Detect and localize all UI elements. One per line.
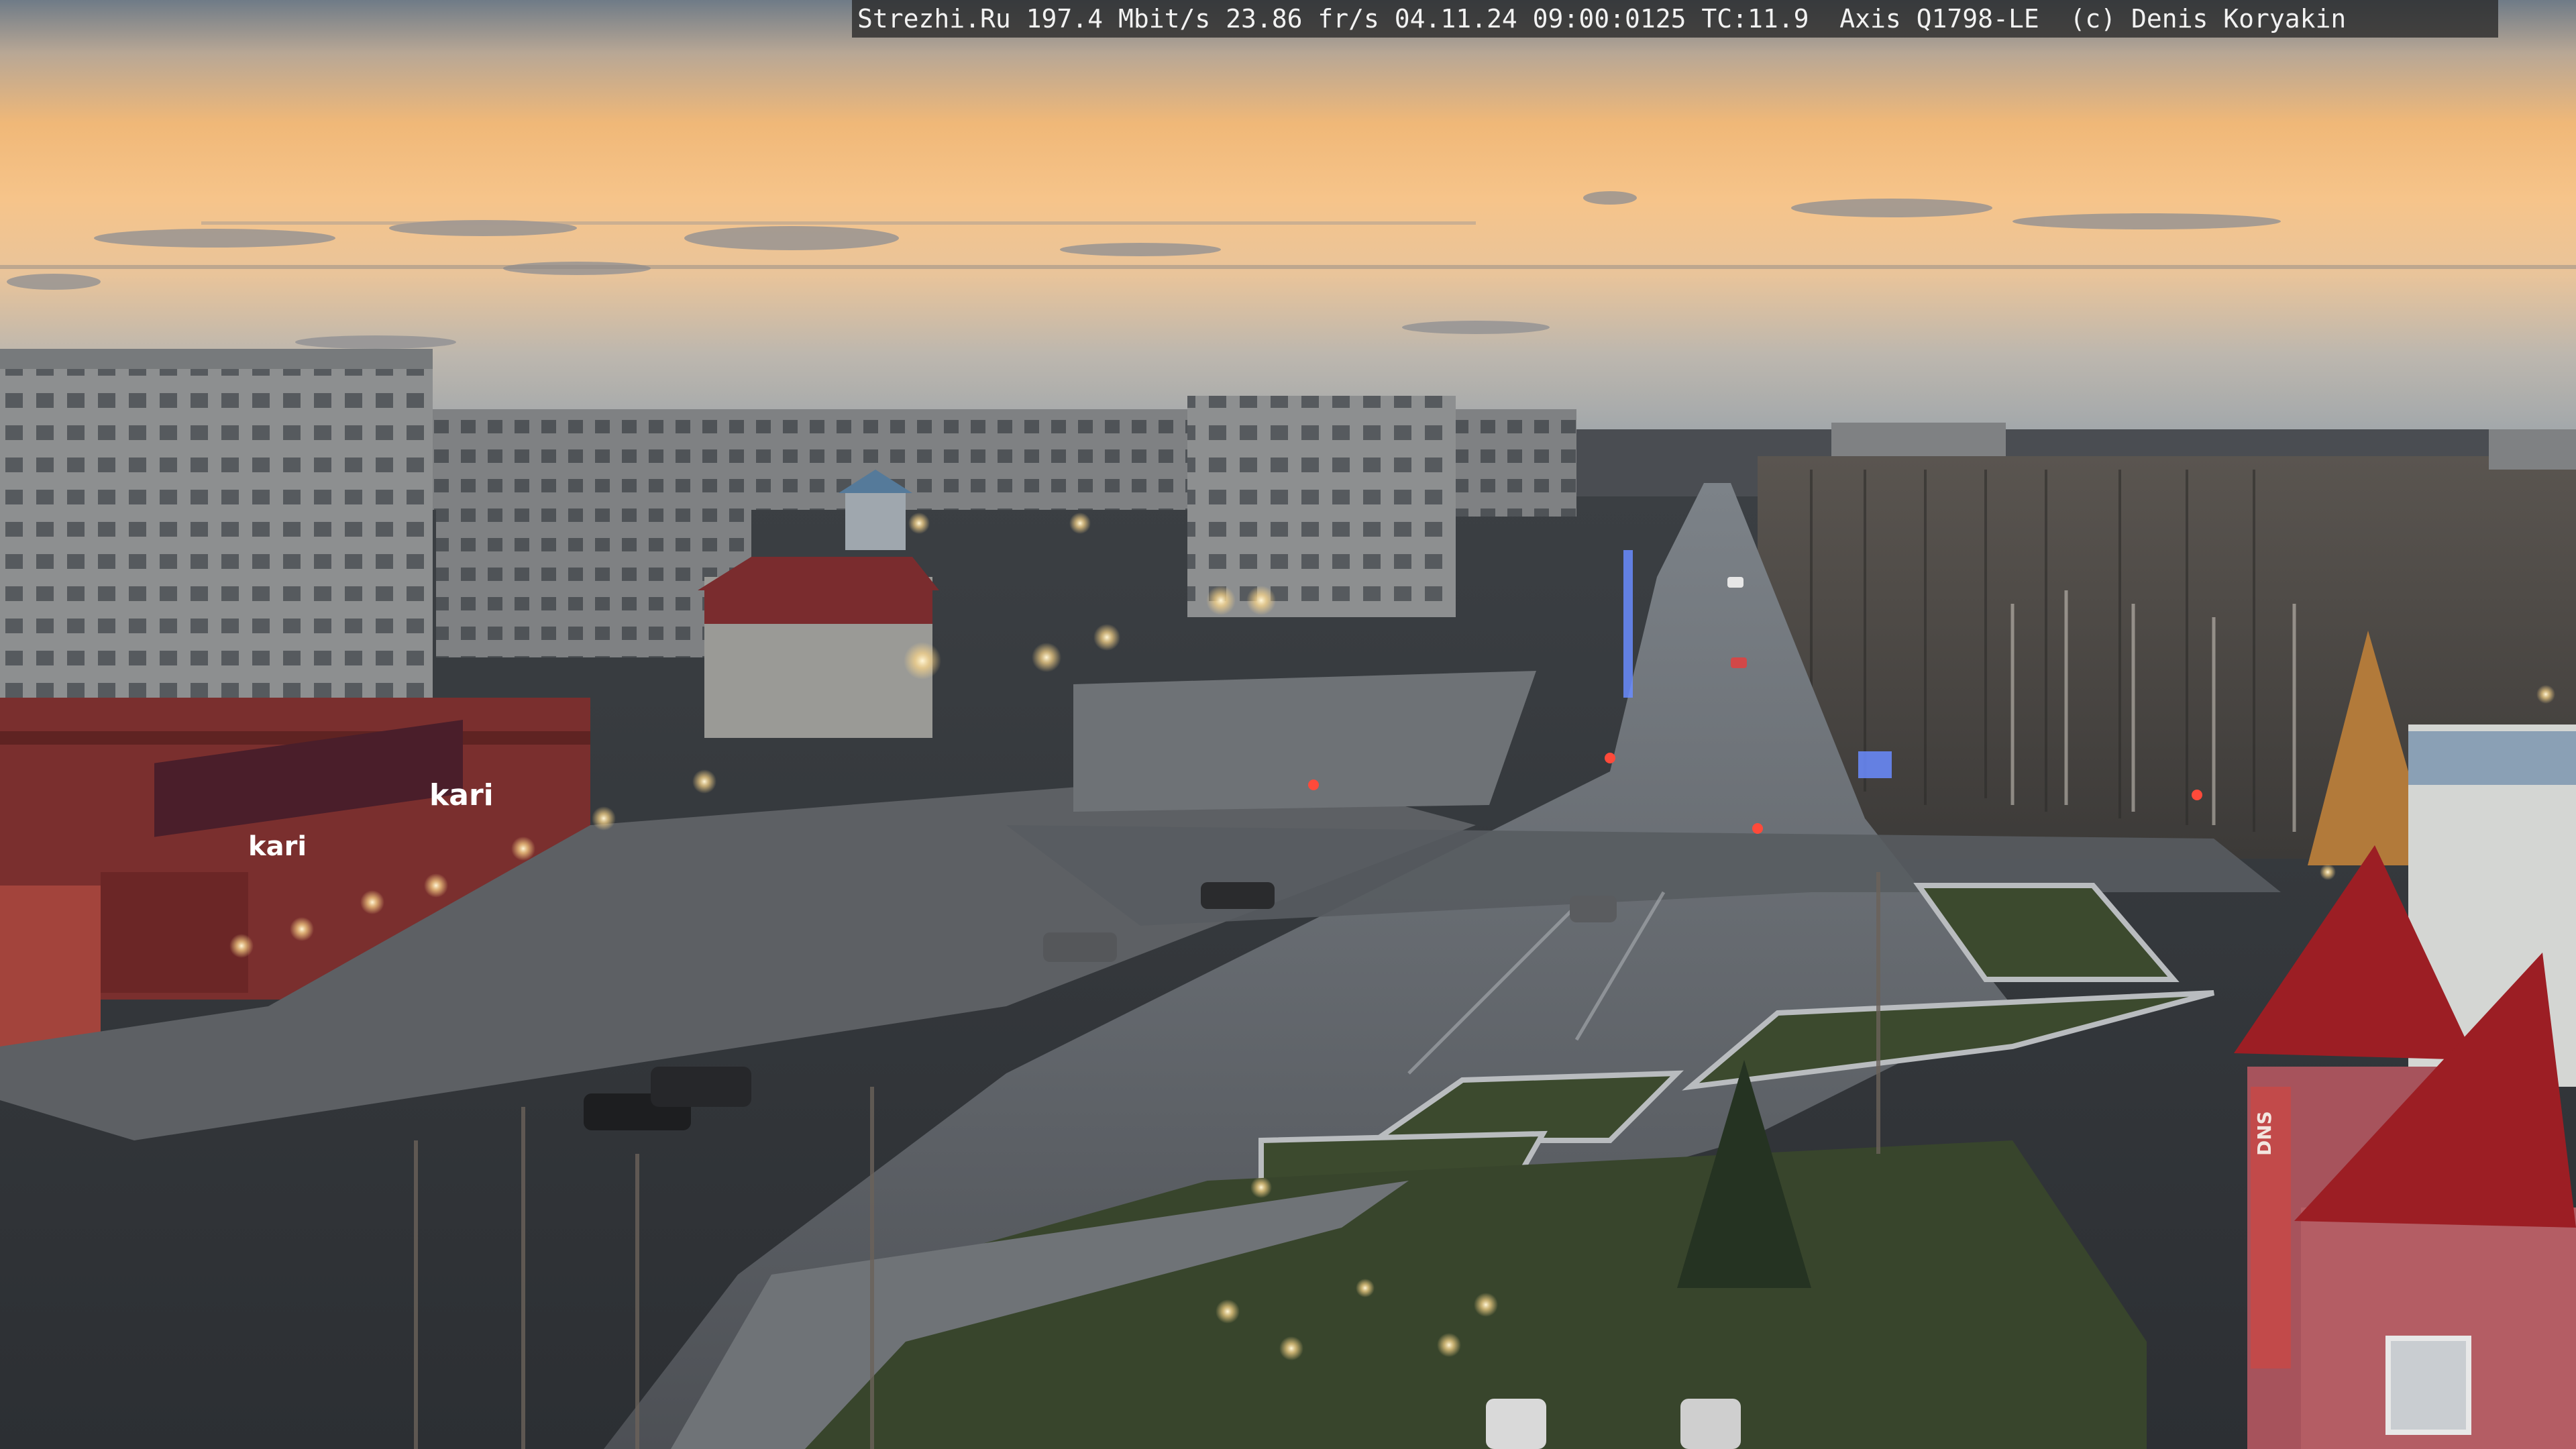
mid-apartments [436, 503, 751, 657]
camera-info-overlay: Strezhi.Ru 197.4 Mbit/s 23.86 fr/s 04.11… [852, 0, 2498, 38]
central-square [1073, 671, 1536, 812]
overlay-copyright: (c) Denis Koryakin [2070, 4, 2347, 34]
overlay-fps: 23.86 fr/s [1226, 4, 1379, 34]
overlay-camera: Axis Q1798-LE [1839, 4, 2039, 34]
store-sign-kari-secondary: kari [248, 831, 307, 862]
store-sign-dns: DNS [2253, 1111, 2275, 1156]
red-roof-building [698, 557, 939, 738]
overlay-tc: TC:11.9 [1701, 4, 1809, 34]
overlay-bitrate: 197.4 Mbit/s [1026, 4, 1211, 34]
overlay-site: Strezhi.Ru [857, 4, 1011, 34]
store-sign-kari-main: kari [429, 778, 494, 812]
webcam-scene: kari kari DNS [0, 0, 2576, 1449]
overlay-datetime: 04.11.24 09:00:0125 [1394, 4, 1686, 34]
central-tower [1187, 396, 1456, 617]
